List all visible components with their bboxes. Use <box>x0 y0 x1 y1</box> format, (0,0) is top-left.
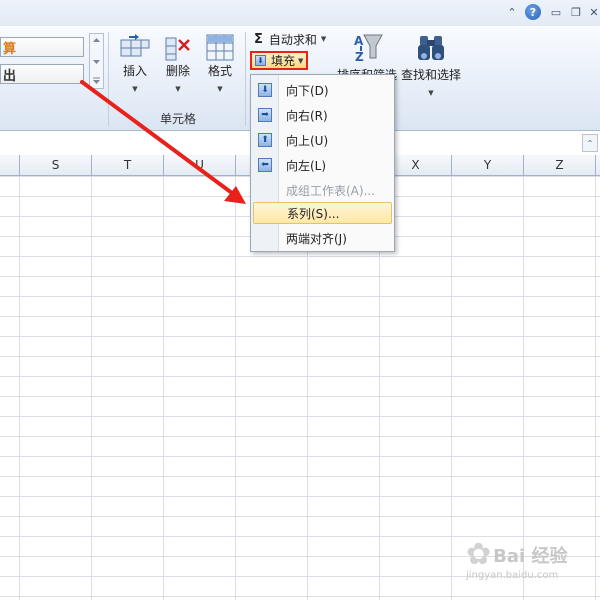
baidu-paw-logo: ✿ <box>466 537 492 572</box>
fill-menu-item-label: 系列(S)... <box>287 206 340 221</box>
fill-menu-item-6[interactable]: 两端对齐(J) <box>253 227 392 249</box>
fill-menu-item-5[interactable]: 系列(S)... <box>253 202 392 224</box>
fill-menu-item-label: 向上(U) <box>286 133 329 148</box>
fill-down-icon: ⬇ <box>258 83 272 97</box>
fill-menu-item-label: 成组工作表(A)... <box>286 183 376 198</box>
watermark-brand: Bai 经验 <box>493 546 568 567</box>
fill-menu-item-3[interactable]: ⬅ 向左(L) <box>253 154 392 176</box>
watermark: ✿ Bai 经验 jingyan.baidu.com <box>466 537 568 582</box>
fill-dropdown-menu: ⬇ 向下(D) ➡ 向右(R) ⬆ 向上(U) ⬅ 向左(L) 成组工作表(A)... 系列(S)… <box>250 74 395 252</box>
fill-menu-item-2[interactable]: ⬆ 向上(U) <box>253 129 392 151</box>
fill-menu-item-0[interactable]: ⬇ 向下(D) <box>253 79 392 101</box>
fill-menu-item-label: 两端对齐(J) <box>286 231 347 246</box>
fill-left-icon: ⬅ <box>258 158 272 172</box>
fill-menu-item-1[interactable]: ➡ 向右(R) <box>253 104 392 126</box>
watermark-url: jingyan.baidu.com <box>466 570 559 581</box>
fill-menu-item-label: 向右(R) <box>286 108 328 123</box>
fill-menu-item-4: 成组工作表(A)... <box>253 179 392 201</box>
fill-right-icon: ➡ <box>258 108 272 122</box>
fill-menu-item-label: 向左(L) <box>286 158 327 173</box>
fill-up-icon: ⬆ <box>258 133 272 147</box>
fill-menu-item-label: 向下(D) <box>286 83 329 98</box>
